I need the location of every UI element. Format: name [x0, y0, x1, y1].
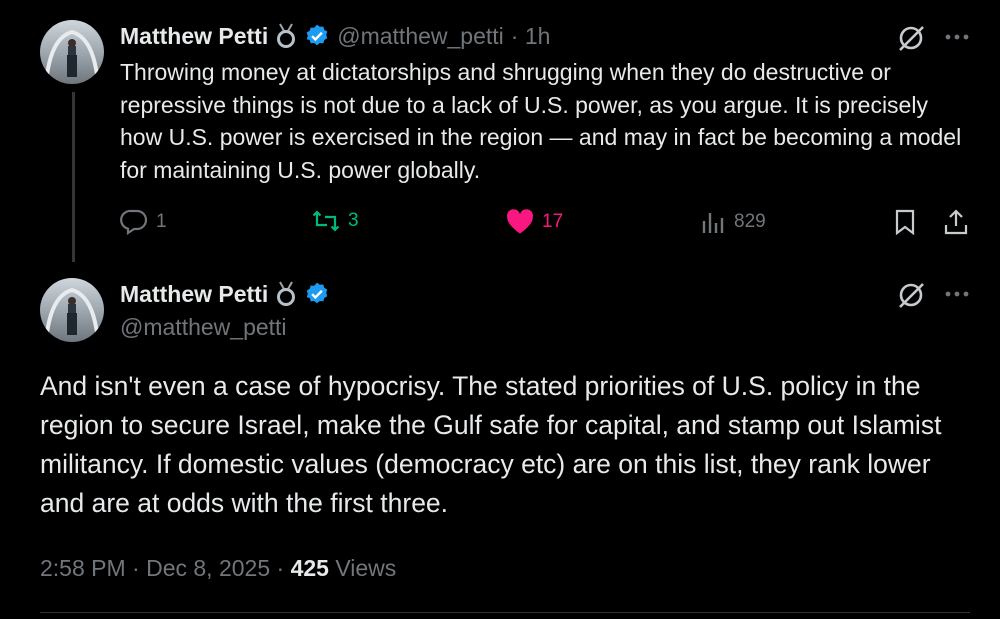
- like-count: 17: [542, 211, 564, 232]
- divider: [40, 612, 970, 613]
- repost-icon: [312, 209, 340, 233]
- post-views-count: 425: [290, 555, 329, 581]
- thread-line: [72, 92, 75, 262]
- main-header: Matthew Petti: [120, 279, 330, 309]
- verified-badge-icon: [304, 281, 330, 307]
- reply-header: Matthew Petti @matthew_petti · 1h: [120, 21, 550, 51]
- verified-badge-icon: [304, 23, 330, 49]
- reply-handle[interactable]: @matthew_petti: [337, 23, 504, 50]
- reply-avatar[interactable]: [40, 20, 104, 84]
- share-icon[interactable]: [942, 208, 970, 236]
- reply-text: Throwing money at dictatorships and shru…: [120, 59, 962, 183]
- main-avatar[interactable]: [40, 278, 104, 342]
- main-author-name[interactable]: Matthew Petti: [120, 281, 268, 308]
- main-handle[interactable]: @matthew_petti: [120, 314, 287, 341]
- repost-button[interactable]: 3: [312, 209, 359, 233]
- like-icon: [506, 209, 534, 235]
- repost-count: 3: [348, 210, 359, 231]
- post-timestamp[interactable]: 2:58 PM · Dec 8, 2025 ·: [40, 555, 291, 581]
- more-icon[interactable]: [945, 33, 969, 41]
- reply-count: 1: [156, 211, 167, 232]
- views-count: 829: [734, 211, 766, 232]
- more-icon[interactable]: [945, 290, 969, 298]
- main-post-text: And isn't even a case of hypocrisy. The …: [40, 371, 942, 518]
- post-metadata: 2:58 PM · Dec 8, 2025 · 425 Views: [40, 555, 396, 582]
- reply-button[interactable]: 1: [120, 209, 167, 235]
- like-button[interactable]: 17: [506, 209, 563, 235]
- grok-icon[interactable]: [896, 23, 926, 53]
- medal-icon: [275, 22, 297, 50]
- reply-author-name[interactable]: Matthew Petti: [120, 23, 268, 50]
- views-icon: [700, 209, 726, 235]
- post-views-label: Views: [335, 555, 397, 581]
- grok-icon[interactable]: [896, 280, 926, 310]
- reply-time[interactable]: · 1h: [511, 23, 551, 50]
- bookmark-icon[interactable]: [892, 208, 918, 236]
- views-button[interactable]: 829: [700, 209, 766, 235]
- medal-icon: [275, 280, 297, 308]
- reply-icon: [120, 209, 148, 235]
